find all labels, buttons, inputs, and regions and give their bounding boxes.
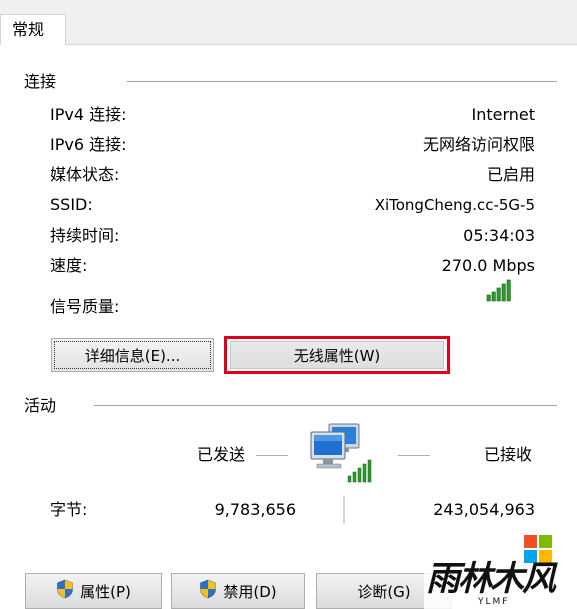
wireless-properties-button[interactable]: 无线属性(W) xyxy=(230,341,444,369)
media-state-value: 已启用 xyxy=(486,165,535,184)
tab-general[interactable]: 常规 xyxy=(0,14,66,45)
sent-label: 已发送 xyxy=(197,445,246,464)
activity-divider xyxy=(94,405,557,406)
signal-strength-icon xyxy=(486,278,514,302)
disable-button-label: 禁用(D) xyxy=(223,582,277,601)
watermark-brand: 雨林木风 xyxy=(426,559,556,599)
diagnose-button-label: 诊断(G) xyxy=(357,582,411,601)
properties-button-label: 属性(P) xyxy=(80,582,131,601)
signal-quality-label: 信号质量: xyxy=(50,297,120,316)
tab-general-label: 常规 xyxy=(12,20,45,39)
sent-line xyxy=(256,455,288,456)
ssid-label: SSID: xyxy=(50,195,93,214)
ipv4-label: IPv4 连接: xyxy=(50,105,127,124)
activity-section-title: 活动 xyxy=(24,396,57,415)
media-state-label: 媒体状态: xyxy=(50,165,120,184)
shield-icon xyxy=(56,579,74,603)
duration-label: 持续时间: xyxy=(50,226,120,245)
ipv4-value: Internet xyxy=(471,105,535,124)
connection-section-title: 连接 xyxy=(24,72,57,91)
disable-button[interactable]: 禁用(D) xyxy=(171,573,305,609)
duration-value: 05:34:03 xyxy=(463,226,535,245)
speed-value: 270.0 Mbps xyxy=(441,256,535,275)
bytes-label: 字节: xyxy=(50,500,88,519)
shield-icon xyxy=(199,579,217,603)
speed-label: 速度: xyxy=(50,256,88,275)
received-line xyxy=(398,455,430,456)
bytes-sent-value: 9,783,656 xyxy=(214,500,296,519)
received-label: 已接收 xyxy=(484,445,533,464)
ipv6-label: IPv6 连接: xyxy=(50,135,127,154)
properties-button[interactable]: 属性(P) xyxy=(25,573,162,609)
network-computers-icon xyxy=(303,418,375,486)
watermark-sub: YLMF xyxy=(478,597,510,607)
bytes-received-value: 243,054,963 xyxy=(433,500,535,519)
ipv6-value: 无网络访问权限 xyxy=(422,135,535,154)
ssid-value: XiTongCheng.cc-5G-5 xyxy=(374,196,535,214)
details-button[interactable]: 详细信息(E)... xyxy=(51,338,214,372)
wireless-properties-label: 无线属性(W) xyxy=(293,346,381,365)
details-button-label: 详细信息(E)... xyxy=(84,346,181,365)
connection-divider xyxy=(127,81,557,82)
general-panel xyxy=(0,44,577,609)
activity-separator xyxy=(343,496,346,524)
